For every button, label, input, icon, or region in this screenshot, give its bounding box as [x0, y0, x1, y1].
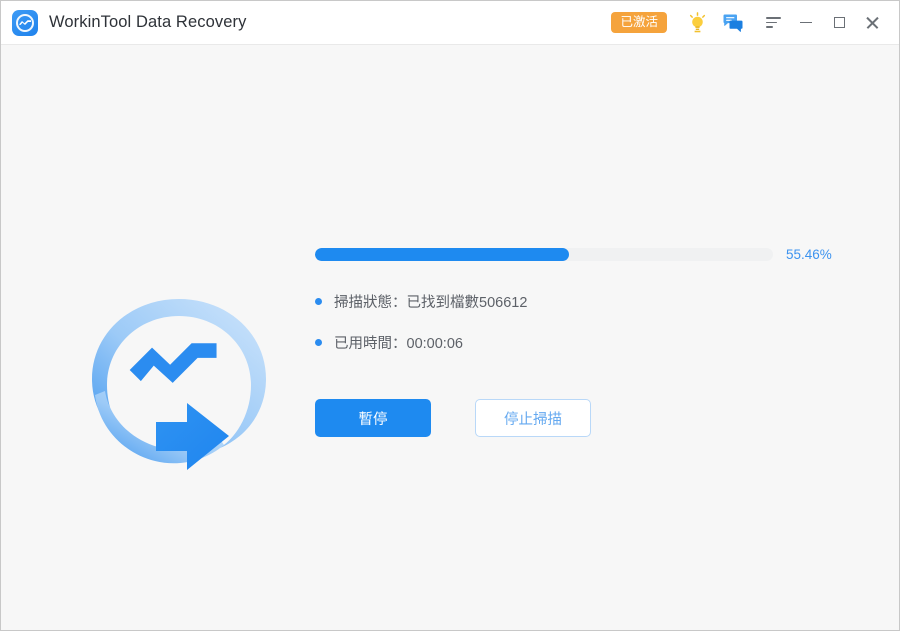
chat-bubble-icon[interactable] — [719, 9, 747, 37]
main-content: 55.46% 掃描狀態：已找到檔數506612 已用時間：00:00:06 暫停… — [1, 46, 899, 630]
scan-progress: 55.46% — [315, 247, 835, 262]
progress-percent-label: 55.46% — [786, 247, 832, 262]
close-icon[interactable] — [857, 8, 887, 38]
progress-bar-fill — [315, 248, 569, 261]
title-bar: WorkinTool Data Recovery 已激活 — [1, 1, 899, 45]
lightbulb-icon[interactable] — [683, 9, 711, 37]
list-item: 掃描狀態：已找到檔數506612 — [315, 291, 527, 312]
bullet-dot-icon — [315, 339, 322, 346]
menu-icon[interactable] — [758, 8, 788, 38]
workintool-logo-icon — [12, 9, 38, 36]
list-item: 已用時間：00:00:06 — [315, 332, 527, 353]
logo-bolt-icon — [19, 20, 31, 25]
pause-button[interactable]: 暫停 — [315, 399, 431, 437]
scan-status-list: 掃描狀態：已找到檔數506612 已用時間：00:00:06 — [315, 291, 527, 353]
bullet-dot-icon — [315, 298, 322, 305]
titlebar-actions: 已激活 — [611, 1, 899, 44]
app-window: WorkinTool Data Recovery 已激活 55.46% 掃描狀態… — [0, 0, 900, 631]
status-badge[interactable]: 已激活 — [611, 11, 667, 34]
maximize-icon[interactable] — [824, 8, 854, 38]
elapsed-time-text: 已用時間：00:00:06 — [334, 336, 463, 352]
action-buttons: 暫停 停止掃描 — [315, 399, 591, 437]
progress-bar-track — [315, 248, 773, 261]
scanning-recovery-logo — [83, 291, 275, 483]
stop-scan-button[interactable]: 停止掃描 — [475, 399, 591, 437]
minimize-icon[interactable] — [791, 8, 821, 38]
page-title: WorkinTool Data Recovery — [49, 13, 247, 31]
scan-status-text: 掃描狀態：已找到檔數506612 — [334, 295, 528, 311]
